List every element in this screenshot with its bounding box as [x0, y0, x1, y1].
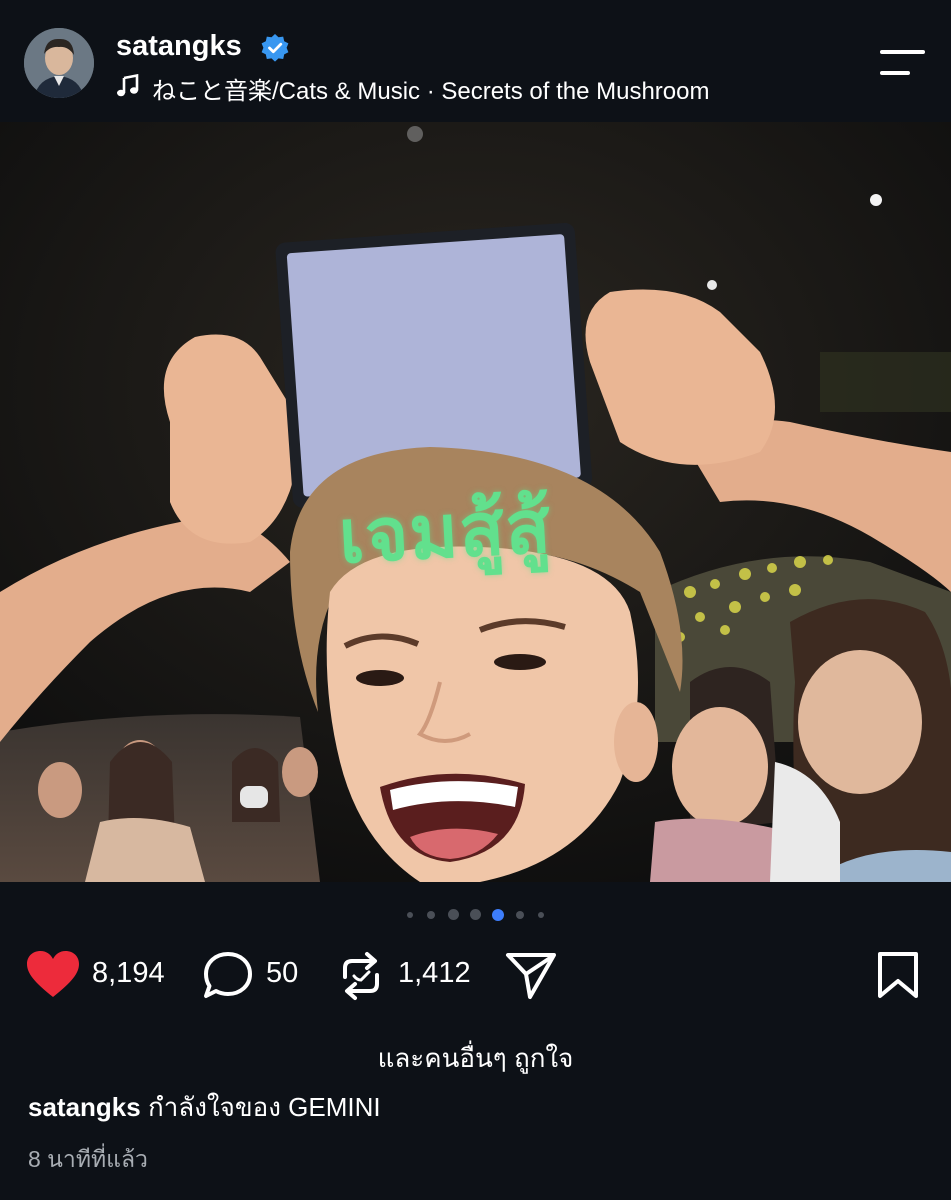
caption: satangks กำลังใจของ GEMINI [28, 1087, 381, 1128]
pager-dot [427, 911, 435, 919]
heart-icon[interactable] [26, 950, 80, 1000]
pager-dot [538, 912, 544, 918]
share-icon[interactable] [504, 951, 558, 1001]
pager-dot-active [492, 909, 504, 921]
like-count[interactable]: 8,194 [92, 957, 165, 990]
carousel-pager [0, 906, 951, 924]
music-note-icon [117, 74, 139, 97]
pager-dot [516, 911, 524, 919]
caption-username[interactable]: satangks [28, 1092, 141, 1122]
bookmark-icon[interactable] [877, 951, 919, 999]
post-media[interactable]: เจมสู้สู้ [0, 122, 951, 882]
comment-icon[interactable] [202, 951, 254, 1001]
phone-screen-text: เจมสู้สู้ [336, 484, 554, 579]
repost-count[interactable]: 1,412 [398, 957, 471, 990]
menu-icon[interactable] [880, 50, 925, 76]
music-track-label[interactable]: ねこと音楽/Cats & Music · Secrets of the Mush… [152, 71, 709, 106]
liked-by-text[interactable]: และคนอื่นๆ ถูกใจ [0, 1038, 951, 1079]
post-header: satangks ねこと音楽/Cats & Music · Secrets of… [0, 0, 951, 122]
verified-badge-icon [261, 34, 289, 62]
repost-icon[interactable] [338, 951, 384, 1001]
action-bar: 8,194 50 1,412 [0, 945, 951, 1005]
comment-count[interactable]: 50 [266, 957, 298, 990]
pager-dot [448, 909, 459, 920]
caption-text: กำลังใจของ GEMINI [147, 1092, 381, 1122]
header-username[interactable]: satangks [116, 30, 242, 63]
avatar[interactable] [24, 28, 94, 98]
post-timestamp: 8 นาทีที่แล้ว [28, 1146, 148, 1172]
pager-dot [407, 912, 413, 918]
pager-dot [470, 909, 481, 920]
